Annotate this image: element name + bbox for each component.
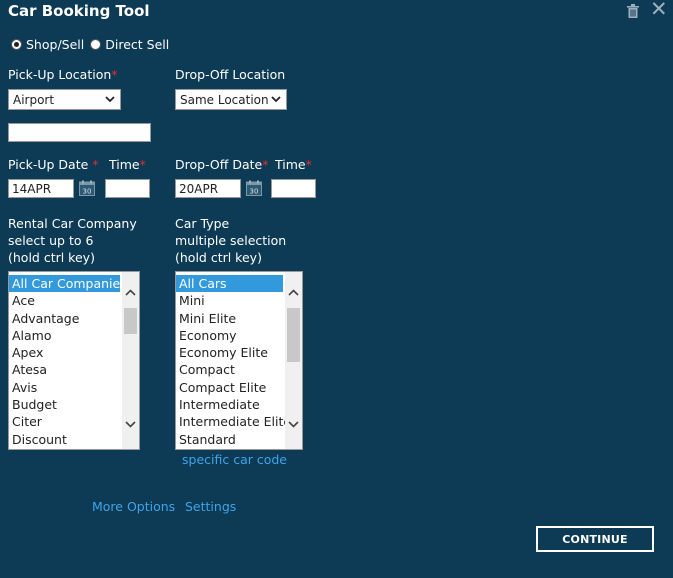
car-types-label: Car Type multiple selection (hold ctrl k… — [175, 215, 286, 266]
settings-link[interactable]: Settings — [185, 499, 236, 514]
dropoff-time-label: Time* — [275, 157, 312, 172]
pickup-location-text-field[interactable] — [8, 123, 151, 142]
chevron-down-icon[interactable] — [287, 417, 300, 431]
trash-icon[interactable] — [625, 3, 641, 19]
car-type-option[interactable]: Mini — [176, 292, 283, 309]
dropoff-location-label: Drop-Off Location — [175, 67, 286, 82]
company-option[interactable]: Alamo — [9, 327, 120, 344]
company-option[interactable]: Advantage — [9, 310, 120, 327]
car-type-option[interactable]: Compact — [176, 361, 283, 378]
dialog-title: Car Booking Tool — [8, 2, 150, 20]
chevron-down-icon — [271, 96, 281, 103]
companies-label-line: (hold ctrl key) — [8, 250, 95, 265]
scrollbar-thumb[interactable] — [287, 308, 300, 362]
company-option[interactable]: All Car Companies — [9, 275, 127, 293]
pickup-date-label: Pick-Up Date * — [8, 157, 99, 172]
car-type-option[interactable]: Mini Elite — [176, 310, 283, 327]
car-type-option[interactable]: Economy — [176, 327, 283, 344]
company-option[interactable]: Atesa — [9, 361, 120, 378]
direct-sell-label: Direct Sell — [105, 37, 170, 52]
calendar-icon[interactable]: 30 — [246, 180, 262, 196]
companies-scrollbar[interactable] — [122, 272, 139, 449]
car-type-option[interactable]: Intermediate Elite — [176, 413, 291, 430]
company-option[interactable]: Apex — [9, 344, 120, 361]
car-types-label-line: (hold ctrl key) — [175, 250, 262, 265]
car-types-listbox[interactable]: All Cars Mini Mini Elite Economy Economy Eli… — [175, 271, 303, 450]
company-option[interactable]: Discount — [9, 431, 120, 448]
company-option[interactable]: Avis — [9, 379, 120, 396]
close-icon[interactable]: ✕ — [650, 0, 668, 20]
specific-car-code-link[interactable]: specific car code — [182, 452, 287, 467]
svg-text:30: 30 — [83, 188, 92, 196]
car-type-option[interactable]: Intermediate — [176, 396, 283, 413]
shop-sell-radio[interactable] — [11, 39, 22, 50]
direct-sell-radio[interactable] — [90, 39, 102, 50]
car-types-label-line: Car Type — [175, 216, 230, 231]
car-types-scrollbar[interactable] — [285, 272, 302, 449]
car-types-label-line: multiple selection — [175, 233, 287, 248]
shop-sell-label: Shop/Sell — [26, 37, 85, 52]
pickup-time-label: Time* — [109, 157, 146, 172]
chevron-down-icon — [105, 96, 115, 103]
car-type-option[interactable]: Standard — [176, 431, 283, 448]
companies-listbox[interactable]: All Car Companies Ace Advantage Alamo Apex At… — [8, 271, 140, 450]
company-option[interactable]: Ace — [9, 292, 120, 309]
dropoff-location-select[interactable]: Same Location — [175, 89, 287, 110]
svg-text:30: 30 — [250, 188, 259, 196]
pickup-date-field[interactable]: 14APR — [8, 179, 74, 198]
chevron-up-icon[interactable] — [287, 286, 300, 300]
mode-radio-group: Shop/Sell Direct Sell — [11, 37, 169, 52]
chevron-down-icon[interactable] — [124, 417, 137, 431]
pickup-location-select[interactable]: Airport — [8, 89, 121, 110]
car-type-option[interactable]: Economy Elite — [176, 344, 283, 361]
chevron-up-icon[interactable] — [124, 286, 137, 300]
company-option[interactable]: Budget — [9, 396, 120, 413]
dropoff-time-field[interactable] — [271, 179, 316, 198]
car-type-option[interactable]: All Cars — [176, 275, 283, 293]
continue-button[interactable]: CONTINUE — [536, 526, 654, 552]
companies-label-line: Rental Car Company — [8, 216, 137, 231]
calendar-icon[interactable]: 30 — [79, 180, 95, 196]
companies-label: Rental Car Company select up to 6 (hold … — [8, 215, 137, 266]
dropoff-date-field[interactable]: 20APR — [175, 179, 241, 198]
companies-label-line: select up to 6 — [8, 233, 94, 248]
pickup-location-label: Pick-Up Location* — [8, 67, 118, 82]
scrollbar-thumb[interactable] — [124, 308, 137, 334]
pickup-time-field[interactable] — [105, 179, 150, 198]
company-option[interactable]: Citer — [9, 413, 120, 430]
car-type-option[interactable]: Compact Elite — [176, 379, 283, 396]
dropoff-date-label: Drop-Off Date* — [175, 157, 269, 172]
pickup-location-value: Airport — [13, 92, 55, 107]
more-options-link[interactable]: More Options — [92, 499, 175, 514]
dropoff-location-value: Same Location — [180, 92, 269, 107]
